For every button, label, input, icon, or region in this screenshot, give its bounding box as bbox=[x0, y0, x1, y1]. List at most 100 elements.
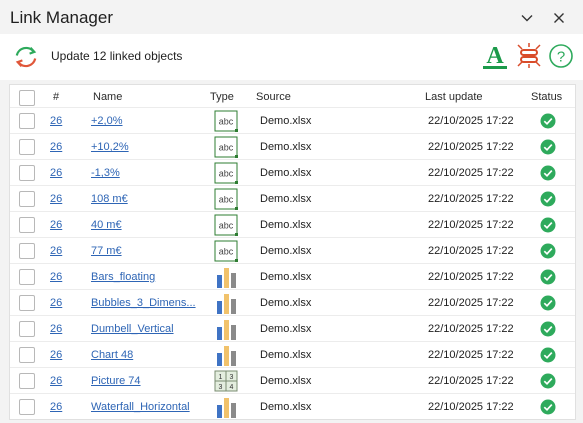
column-header-name[interactable]: Name bbox=[93, 91, 122, 103]
row-name-link[interactable]: 108 m€ bbox=[91, 193, 128, 205]
svg-text:abc: abc bbox=[219, 195, 234, 205]
check-icon bbox=[540, 165, 556, 181]
row-source: Demo.xlsx bbox=[260, 323, 312, 335]
row-number-link[interactable]: 26 bbox=[50, 271, 62, 283]
row-checkbox[interactable] bbox=[19, 399, 35, 415]
row-number-link[interactable]: 26 bbox=[50, 219, 62, 231]
table-row[interactable]: 26 Bubbles_3_Dimens... Demo.xlsx 22/10/2025… bbox=[10, 289, 575, 316]
row-number-link[interactable]: 26 bbox=[50, 115, 62, 127]
row-number-link[interactable]: 26 bbox=[50, 193, 62, 205]
row-checkbox[interactable] bbox=[19, 191, 35, 207]
collapse-button[interactable] bbox=[516, 7, 538, 29]
row-number-link[interactable]: 26 bbox=[50, 375, 62, 387]
row-source: Demo.xlsx bbox=[260, 349, 312, 361]
table-row[interactable]: 26 Bars_floating Demo.xlsx 22/10/2025 17:22 bbox=[10, 263, 575, 290]
row-name-link[interactable]: Dumbell_Vertical bbox=[91, 323, 174, 335]
font-a-icon[interactable]: A bbox=[481, 40, 509, 70]
row-number-link[interactable]: 26 bbox=[50, 323, 62, 335]
text-icon: abc bbox=[214, 188, 238, 210]
refresh-icon[interactable] bbox=[12, 43, 40, 71]
table-row[interactable]: 26 +10,2% abc Demo.xlsx 22/10/2025 17:22 bbox=[10, 133, 575, 160]
row-last-update: 22/10/2025 17:22 bbox=[428, 297, 514, 309]
row-checkbox[interactable] bbox=[19, 373, 35, 389]
row-number-link[interactable]: 26 bbox=[50, 401, 62, 413]
row-name-link[interactable]: 40 m€ bbox=[91, 219, 122, 231]
row-last-update: 22/10/2025 17:22 bbox=[428, 167, 514, 179]
row-source: Demo.xlsx bbox=[260, 141, 312, 153]
row-checkbox[interactable] bbox=[19, 321, 35, 337]
table-row[interactable]: 26 Chart 48 Demo.xlsx 22/10/2025 17:22 bbox=[10, 341, 575, 368]
column-header-status[interactable]: Status bbox=[531, 91, 562, 103]
close-button[interactable] bbox=[548, 7, 570, 29]
row-last-update: 22/10/2025 17:22 bbox=[428, 115, 514, 127]
table-row[interactable]: 26 Dumbell_Vertical Demo.xlsx 22/10/2025 17… bbox=[10, 315, 575, 342]
row-name-link[interactable]: +10,2% bbox=[91, 141, 129, 153]
table-row[interactable]: 26 40 m€ abc Demo.xlsx 22/10/2025 17:22 bbox=[10, 211, 575, 238]
table-row[interactable]: 26 77 m€ abc Demo.xlsx 22/10/2025 17:22 bbox=[10, 237, 575, 264]
row-last-update: 22/10/2025 17:22 bbox=[428, 245, 514, 257]
svg-text:?: ? bbox=[557, 49, 565, 66]
row-number-link[interactable]: 26 bbox=[50, 297, 62, 309]
check-icon bbox=[540, 295, 556, 311]
check-icon bbox=[540, 139, 556, 155]
row-name-link[interactable]: -1,3% bbox=[91, 167, 120, 179]
column-header-last-update[interactable]: Last update bbox=[425, 91, 483, 103]
select-all-checkbox[interactable] bbox=[19, 90, 35, 106]
column-header-type[interactable]: Type bbox=[210, 91, 234, 103]
row-source: Demo.xlsx bbox=[260, 375, 312, 387]
row-checkbox[interactable] bbox=[19, 295, 35, 311]
table-row[interactable]: 26 Picture 74 1 3 3 4 Demo.xlsx 22/10/2025 17:2… bbox=[10, 367, 575, 394]
update-linked-objects-label[interactable]: Update 12 linked objects bbox=[51, 49, 182, 63]
row-checkbox[interactable] bbox=[19, 347, 35, 363]
help-icon[interactable]: ? bbox=[548, 43, 574, 69]
table-row[interactable]: 26 108 m€ abc Demo.xlsx 22/10/2025 17:22 bbox=[10, 185, 575, 212]
column-header-source[interactable]: Source bbox=[256, 91, 291, 103]
table-row[interactable]: 26 Waterfall_Horizontal Demo.xlsx 22/10/202… bbox=[10, 393, 575, 420]
row-number-link[interactable]: 26 bbox=[50, 167, 62, 179]
row-last-update: 22/10/2025 17:22 bbox=[428, 219, 514, 231]
check-icon bbox=[540, 191, 556, 207]
row-name-link[interactable]: Bubbles_3_Dimens... bbox=[91, 297, 196, 309]
svg-text:4: 4 bbox=[230, 384, 234, 391]
check-icon bbox=[540, 243, 556, 259]
text-icon: abc bbox=[214, 214, 238, 236]
broken-link-icon[interactable] bbox=[515, 41, 543, 69]
table-icon: 1334 bbox=[214, 370, 238, 392]
window-title: Link Manager bbox=[10, 8, 114, 27]
row-name-link[interactable]: Bars_floating bbox=[91, 271, 155, 283]
svg-text:abc: abc bbox=[219, 117, 234, 127]
close-icon bbox=[554, 13, 564, 23]
chart-icon bbox=[214, 292, 238, 314]
row-last-update: 22/10/2025 17:22 bbox=[428, 323, 514, 335]
row-name-link[interactable]: +2,0% bbox=[91, 115, 123, 127]
text-icon: abc bbox=[214, 136, 238, 158]
row-name-link[interactable]: Waterfall_Horizontal bbox=[91, 401, 190, 413]
row-last-update: 22/10/2025 17:22 bbox=[428, 375, 514, 387]
row-number-link[interactable]: 26 bbox=[50, 141, 62, 153]
svg-text:3: 3 bbox=[219, 384, 223, 391]
chart-icon bbox=[214, 344, 238, 366]
title-bar: Link Manager bbox=[0, 0, 583, 34]
check-icon bbox=[540, 217, 556, 233]
row-checkbox[interactable] bbox=[19, 269, 35, 285]
row-checkbox[interactable] bbox=[19, 243, 35, 259]
row-checkbox[interactable] bbox=[19, 165, 35, 181]
row-checkbox[interactable] bbox=[19, 139, 35, 155]
row-last-update: 22/10/2025 17:22 bbox=[428, 141, 514, 153]
svg-text:abc: abc bbox=[219, 169, 234, 179]
row-number-link[interactable]: 26 bbox=[50, 245, 62, 257]
check-icon bbox=[540, 399, 556, 415]
row-last-update: 22/10/2025 17:22 bbox=[428, 271, 514, 283]
row-name-link[interactable]: Chart 48 bbox=[91, 349, 133, 361]
row-name-link[interactable]: 77 m€ bbox=[91, 245, 122, 257]
svg-text:abc: abc bbox=[219, 143, 234, 153]
row-checkbox[interactable] bbox=[19, 113, 35, 129]
row-number-link[interactable]: 26 bbox=[50, 349, 62, 361]
column-header-number[interactable]: # bbox=[53, 91, 59, 103]
row-last-update: 22/10/2025 17:22 bbox=[428, 401, 514, 413]
row-source: Demo.xlsx bbox=[260, 219, 312, 231]
table-row[interactable]: 26 +2,0% abc Demo.xlsx 22/10/2025 17:22 bbox=[10, 107, 575, 134]
table-row[interactable]: 26 -1,3% abc Demo.xlsx 22/10/2025 17:22 bbox=[10, 159, 575, 186]
row-checkbox[interactable] bbox=[19, 217, 35, 233]
row-name-link[interactable]: Picture 74 bbox=[91, 375, 141, 387]
